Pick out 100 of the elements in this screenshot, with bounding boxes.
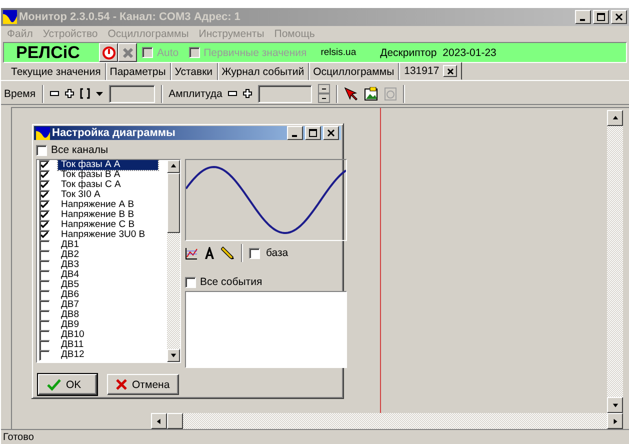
window-title: Монитор 2.3.0.54 - Канал: COM3 Адрес: 1	[19, 11, 242, 23]
checkbox[interactable]	[39, 240, 50, 250]
channel-item[interactable]: Напряжение А В	[58, 200, 138, 210]
maximize-icon	[309, 129, 317, 137]
scroll-thumb[interactable]	[167, 413, 183, 429]
amplitude-field[interactable]	[258, 84, 312, 102]
spin-button-icon[interactable]	[318, 84, 330, 103]
refresh-button[interactable]	[99, 43, 118, 62]
channel-item[interactable]: Ток фазы В А	[58, 170, 124, 180]
primary-values-label: Первичные значения	[204, 46, 307, 58]
minimize-button[interactable]	[575, 10, 591, 24]
tab[interactable]: Текущие значения	[7, 63, 106, 80]
pencil-icon[interactable]	[221, 246, 235, 260]
font-icon[interactable]	[204, 247, 215, 259]
fit-icon[interactable]	[80, 88, 90, 99]
minimize-button[interactable]	[287, 126, 303, 140]
checkbox[interactable]	[36, 144, 47, 156]
zoom-in-icon[interactable]	[64, 89, 74, 98]
channel-item[interactable]: Ток фазы С А	[58, 180, 124, 190]
checkbox[interactable]	[39, 200, 50, 210]
all-channels-label: Все каналы	[51, 144, 108, 156]
scroll-down-button[interactable]	[167, 349, 180, 362]
vertical-scrollbar[interactable]	[607, 110, 623, 413]
channel-item[interactable]: ДВ6	[58, 290, 82, 300]
zoom-out-icon[interactable]	[228, 91, 238, 96]
channel-item[interactable]: Напряжение 3U0 В	[58, 230, 148, 240]
tab[interactable]: Уставки	[170, 63, 218, 80]
channel-item[interactable]: ДВ2	[58, 250, 82, 260]
arrow-up-icon	[612, 114, 618, 122]
checkbox[interactable]	[39, 270, 50, 280]
image-icon[interactable]	[364, 86, 378, 100]
checkbox[interactable]	[39, 300, 50, 310]
all-events-label: Все события	[200, 276, 262, 288]
checkbox[interactable]	[39, 330, 50, 340]
channel-item[interactable]: ДВ10	[58, 330, 88, 340]
checkbox[interactable]	[39, 160, 50, 170]
channel-item[interactable]: ДВ1	[58, 240, 82, 250]
scroll-right-button[interactable]	[607, 413, 623, 429]
channel-item[interactable]: ДВ7	[58, 300, 82, 310]
cancel-button[interactable]: Отмена	[107, 374, 179, 395]
horizontal-scrollbar[interactable]	[151, 413, 623, 429]
site-link[interactable]: relsis.ua	[320, 47, 356, 58]
amplitude-label: Амплитуда	[168, 88, 222, 100]
close-tab-button[interactable]	[443, 65, 458, 77]
stop-button[interactable]	[118, 43, 137, 62]
tab[interactable]: 131917	[399, 62, 462, 80]
chart-icon[interactable]	[185, 246, 198, 260]
scroll-thumb[interactable]	[167, 173, 180, 233]
checkbox[interactable]	[39, 220, 50, 230]
cross-icon	[122, 46, 134, 58]
close-icon	[327, 129, 335, 137]
channel-item[interactable]: Ток фазы А А	[58, 160, 158, 170]
channel-item[interactable]: ДВ11	[58, 340, 87, 350]
channel-item[interactable]: ДВ5	[58, 280, 82, 290]
checkbox[interactable]	[39, 290, 50, 300]
checkbox[interactable]	[249, 248, 260, 258]
arrow-left-icon	[156, 418, 162, 424]
ok-button[interactable]: OK	[38, 374, 97, 395]
auto-label: Auto	[157, 46, 179, 58]
checkbox[interactable]	[39, 340, 50, 350]
tab[interactable]: Журнал событий	[218, 63, 310, 80]
caret-icon[interactable]	[96, 92, 103, 96]
channel-item[interactable]: Ток 3I0 А	[58, 190, 104, 200]
cursor-icon[interactable]	[344, 86, 358, 100]
channel-item[interactable]: ДВ3	[58, 260, 82, 270]
close-button[interactable]	[611, 10, 627, 24]
scroll-down-button[interactable]	[607, 397, 623, 413]
channel-item[interactable]: Напряжение В В	[58, 210, 138, 220]
checkbox[interactable]	[39, 210, 50, 220]
checkbox[interactable]	[39, 190, 50, 200]
app-icon	[3, 10, 17, 24]
channel-item[interactable]: ДВ4	[58, 270, 82, 280]
checkbox[interactable]	[39, 310, 50, 320]
time-field[interactable]	[108, 84, 155, 102]
checkbox[interactable]	[39, 280, 50, 290]
zoom-in-icon[interactable]	[243, 89, 252, 98]
tab[interactable]: Параметры	[106, 63, 171, 80]
logo: РЕЛСіС	[16, 42, 81, 62]
channel-item[interactable]: ДВ8	[58, 310, 82, 320]
close-icon	[446, 68, 454, 74]
channel-item[interactable]: ДВ9	[58, 320, 82, 330]
checkbox[interactable]	[185, 276, 196, 288]
checkbox[interactable]	[39, 250, 50, 260]
checkbox[interactable]	[39, 320, 50, 330]
checkbox[interactable]	[39, 260, 50, 270]
checkbox[interactable]	[39, 230, 50, 240]
zoom-out-icon[interactable]	[50, 91, 59, 96]
channel-item[interactable]: ДВ12	[58, 350, 88, 360]
maximize-button[interactable]	[593, 10, 609, 24]
dialog-title: Настройка диаграммы	[52, 127, 176, 139]
scroll-up-button[interactable]	[607, 110, 623, 126]
checkbox[interactable]	[39, 350, 50, 360]
maximize-button[interactable]	[305, 126, 321, 140]
scroll-up-button[interactable]	[167, 160, 180, 173]
close-button[interactable]	[323, 126, 339, 140]
list-scrollbar[interactable]	[167, 160, 180, 362]
channel-item[interactable]: Напряжение С В	[58, 220, 138, 230]
checkbox[interactable]	[39, 170, 50, 180]
checkbox[interactable]	[39, 180, 50, 190]
scroll-left-button[interactable]	[151, 413, 167, 429]
